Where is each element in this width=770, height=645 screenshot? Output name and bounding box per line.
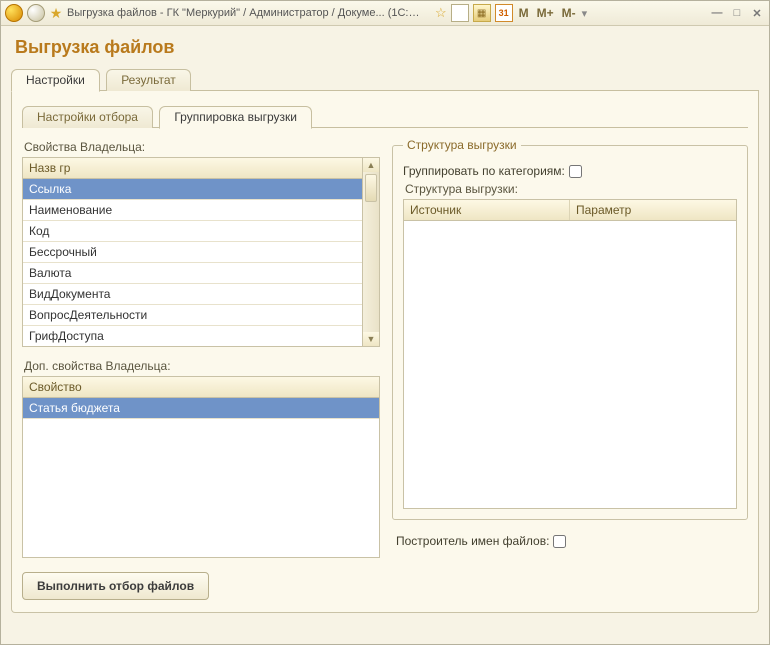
scroll-thumb[interactable] bbox=[365, 174, 377, 202]
filename-builder-label: Построитель имен файлов: bbox=[396, 534, 549, 548]
structure-fieldset: Структура выгрузки Группировать по катег… bbox=[392, 138, 748, 520]
run-selection-button[interactable]: Выполнить отбор файлов bbox=[22, 572, 209, 600]
settings-panel: Настройки отбора Группировка выгрузки Св… bbox=[11, 91, 759, 613]
owner-props-table[interactable]: Назв гр СсылкаНаименованиеКодБессрочныйВ… bbox=[22, 157, 363, 347]
page-title: Выгрузка файлов bbox=[15, 37, 759, 58]
owner-extra-label: Доп. свойства Владельца: bbox=[24, 359, 380, 373]
structure-table[interactable]: Источник Параметр bbox=[403, 199, 737, 509]
calculator-icon[interactable]: ▦ bbox=[473, 4, 491, 22]
scroll-up-icon[interactable]: ▲ bbox=[363, 158, 379, 172]
mem-Mminus[interactable]: M- bbox=[560, 6, 578, 20]
star-icon[interactable]: ★ bbox=[49, 5, 63, 22]
owner-props-row[interactable]: Бессрочный bbox=[23, 242, 362, 263]
sub-tabbar: Настройки отбора Группировка выгрузки bbox=[22, 105, 748, 128]
tab-result[interactable]: Результат bbox=[106, 69, 191, 91]
owner-extra-header: Свойство bbox=[23, 377, 379, 397]
titlebar: ★ Выгрузка файлов - ГК "Меркурий" / Адми… bbox=[1, 1, 769, 26]
filename-builder-checkbox[interactable] bbox=[553, 535, 566, 548]
owner-extra-row[interactable]: Статья бюджета bbox=[23, 398, 379, 419]
owner-props-row[interactable]: Ссылка bbox=[23, 179, 362, 200]
owner-props-row[interactable]: ВопросДеятельности bbox=[23, 305, 362, 326]
tab-settings[interactable]: Настройки bbox=[11, 69, 100, 92]
app-window: ★ Выгрузка файлов - ГК "Меркурий" / Адми… bbox=[0, 0, 770, 645]
group-by-categories-checkbox[interactable] bbox=[569, 165, 582, 178]
owner-props-scrollbar[interactable]: ▲ ▼ bbox=[363, 157, 380, 347]
owner-props-row[interactable]: Код bbox=[23, 221, 362, 242]
structure-col-param: Параметр bbox=[570, 200, 736, 220]
owner-props-row[interactable]: ВидДокумента bbox=[23, 284, 362, 305]
nav-back-icon[interactable] bbox=[27, 4, 45, 22]
subtab-filter-settings[interactable]: Настройки отбора bbox=[22, 106, 153, 128]
window-title: Выгрузка файлов - ГК "Меркурий" / Админи… bbox=[67, 7, 427, 19]
owner-props-header: Назв гр bbox=[23, 158, 362, 178]
mem-Mplus[interactable]: M+ bbox=[535, 6, 556, 20]
group-by-categories-label: Группировать по категориям: bbox=[403, 164, 565, 178]
minimize-button[interactable]: — bbox=[709, 5, 725, 21]
scroll-down-icon[interactable]: ▼ bbox=[363, 332, 379, 346]
owner-props-row[interactable]: ГрифДоступа bbox=[23, 326, 362, 347]
subtab-grouping[interactable]: Группировка выгрузки bbox=[159, 106, 312, 129]
mem-M[interactable]: M bbox=[517, 6, 531, 20]
app-icon bbox=[5, 4, 23, 22]
calendar-icon[interactable]: 31 bbox=[495, 4, 513, 22]
owner-props-row[interactable]: Наименование bbox=[23, 200, 362, 221]
owner-props-label: Свойства Владельца: bbox=[24, 140, 380, 154]
maximize-button[interactable]: □ bbox=[729, 5, 745, 21]
close-button[interactable]: ✕ bbox=[749, 5, 765, 21]
structure-sublabel: Структура выгрузки: bbox=[405, 182, 737, 196]
owner-extra-table[interactable]: Свойство Статья бюджета bbox=[22, 376, 380, 558]
client-area: Выгрузка файлов Настройки Результат Наст… bbox=[1, 25, 769, 644]
structure-legend: Структура выгрузки bbox=[403, 138, 521, 152]
menu-dropdown-icon[interactable]: ▾ bbox=[582, 7, 592, 20]
tool-icon-1[interactable] bbox=[451, 4, 469, 22]
favorite-icon[interactable]: ☆ bbox=[435, 5, 447, 21]
main-tabbar: Настройки Результат bbox=[11, 68, 759, 91]
structure-body bbox=[404, 221, 736, 508]
structure-col-source: Источник bbox=[404, 200, 570, 220]
owner-props-row[interactable]: Валюта bbox=[23, 263, 362, 284]
